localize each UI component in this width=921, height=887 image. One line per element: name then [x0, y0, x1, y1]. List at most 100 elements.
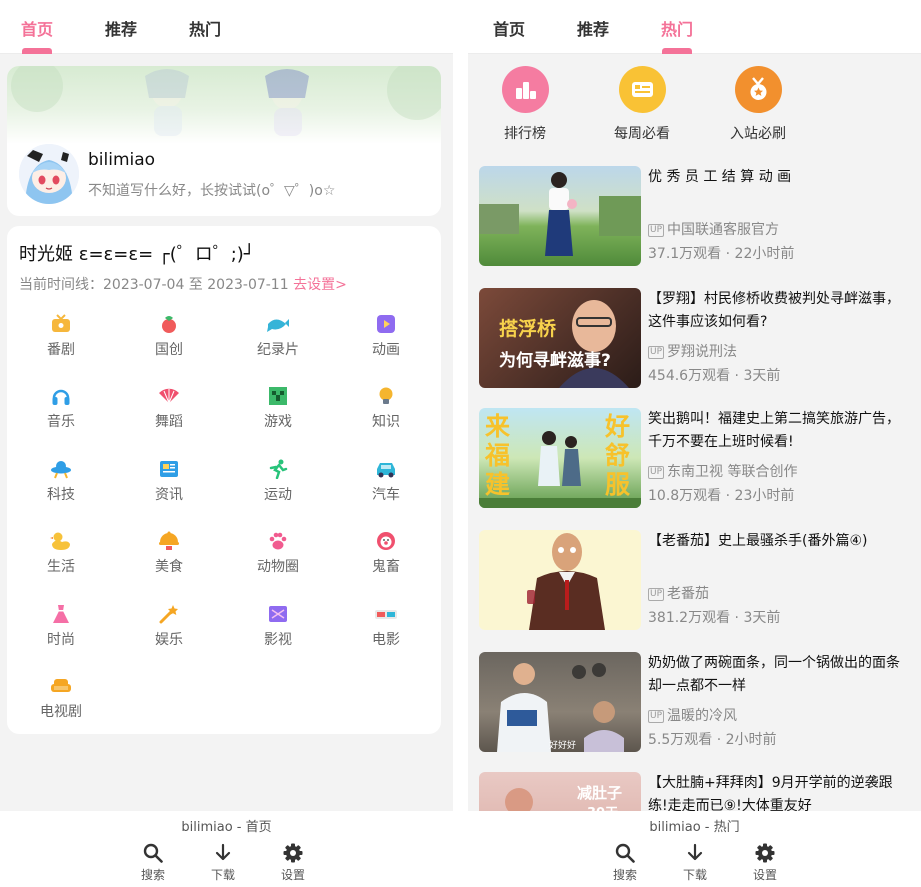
video-item[interactable]: 好好好 奶奶做了两碗面条，同一个锅做出的面条却一点都不一样 UP 温暖的冷风 5.…: [479, 652, 909, 752]
category-animals[interactable]: 动物圈: [238, 531, 318, 576]
video-title: 【罗翔】村民修桥收费被判处寻衅滋事，这件事应该如何看?: [648, 291, 900, 330]
category-tech[interactable]: 科技: [21, 459, 101, 504]
view-count: 381.2万观看: [648, 610, 731, 626]
uploader-line[interactable]: UP 东南卫视 等联合创作: [648, 461, 797, 481]
category-life[interactable]: 生活: [21, 531, 101, 576]
category-film-tv[interactable]: 影视: [238, 604, 318, 649]
category-car[interactable]: 汽车: [346, 459, 426, 504]
timeline-range: 当前时间线：2023-07-04 至 2023-07-11 去设置>: [19, 274, 347, 294]
video-item[interactable]: 【老番茄】史上最骚杀手(番外篇④) UP 老番茄 381.2万观看 · 3天前: [479, 530, 909, 630]
must-watch-circle: [734, 66, 782, 113]
uploader-line[interactable]: UP 罗翔说刑法: [648, 341, 737, 361]
video-item[interactable]: 优 秀 员 工 结 算 动 画 UP 中国联通客服官方 37.1万观看 · 22小…: [479, 166, 909, 266]
tab-home[interactable]: 首页: [21, 16, 53, 40]
food-icon: [159, 531, 179, 550]
category-entertainment[interactable]: 娱乐: [129, 604, 209, 649]
ranking-shortcut[interactable]: 排行榜: [480, 66, 570, 143]
uploader-line[interactable]: UP 温暖的冷风: [648, 705, 737, 725]
uploader-line[interactable]: UP 老番茄: [648, 583, 709, 603]
category-music[interactable]: 音乐: [21, 386, 101, 431]
bottom-bar: bilimiao - 首页 搜索 下载 设置: [0, 811, 453, 887]
category-tv-series[interactable]: 电视剧: [21, 676, 101, 721]
must-watch-shortcut[interactable]: 入站必刷: [713, 66, 803, 143]
category-movie[interactable]: 电影: [346, 604, 426, 649]
category-game[interactable]: 游戏: [238, 386, 318, 431]
up-badge: UP: [648, 588, 665, 601]
weekly-shortcut[interactable]: 每周必看: [597, 66, 687, 143]
settings-button[interactable]: 设置: [268, 843, 318, 883]
banner-illustration: [11, 66, 441, 136]
category-animation[interactable]: 动画: [346, 314, 426, 359]
download-button[interactable]: 下载: [670, 843, 720, 883]
thumbnail-caption: 好好好: [549, 741, 577, 751]
profile-card[interactable]: bilimiao 不知道写什么好，长按试试(o゜▽゜)o☆: [7, 66, 441, 216]
video-thumbnail[interactable]: [479, 166, 641, 266]
category-sports[interactable]: 运动: [238, 459, 318, 504]
wand-icon: [159, 605, 178, 624]
download-label: 下载: [210, 868, 235, 882]
category-label: 动物圈: [257, 559, 299, 575]
search-button[interactable]: 搜索: [128, 843, 178, 883]
video-thumbnail[interactable]: [479, 530, 641, 630]
active-tab-indicator: [662, 48, 692, 54]
video-title: 【老番茄】史上最骚杀手(番外篇④): [648, 533, 868, 549]
gear-icon: [283, 843, 303, 863]
video-thumbnail[interactable]: 来福建 好舒服: [479, 408, 641, 508]
settings-button[interactable]: 设置: [740, 843, 790, 883]
tab-recommend[interactable]: 推荐: [105, 16, 137, 40]
whale-icon: [267, 319, 289, 332]
video-thumbnail[interactable]: 好好好: [479, 652, 641, 752]
top-tab-bar: 首页 推荐 热门: [0, 0, 453, 54]
tab-home[interactable]: 首页: [493, 16, 525, 40]
tab-recommend[interactable]: 推荐: [577, 16, 609, 40]
timeline-card: 时光姬 ε=ε=ε= ┌(゜ロ゜;)┘ 当前时间线：2023-07-04 至 2…: [7, 226, 441, 734]
search-button[interactable]: 搜索: [600, 843, 650, 883]
category-label: 知识: [372, 414, 400, 430]
car-icon: [377, 463, 395, 478]
tab-hot[interactable]: 热门: [189, 16, 221, 40]
view-count: 5.5万观看: [648, 732, 713, 748]
dress-icon: [53, 605, 69, 623]
video-title: 优 秀 员 工 结 算 动 画: [648, 169, 792, 185]
download-button[interactable]: 下载: [198, 843, 248, 883]
video-title: 奶奶做了两碗面条，同一个锅做出的面条却一点都不一样: [648, 655, 900, 694]
podium-icon: [515, 82, 536, 99]
video-meta: 5.5万观看 · 2小时前: [648, 729, 777, 749]
video-item[interactable]: 搭浮桥 为何寻衅滋事? 【罗翔】村民修桥收费被判处寻衅滋事，这件事应该如何看? …: [479, 288, 909, 388]
category-dance[interactable]: 舞蹈: [129, 386, 209, 431]
set-timeline-link[interactable]: 去设置>: [293, 277, 347, 293]
category-label: 游戏: [264, 414, 292, 430]
video-item[interactable]: 来福建 好舒服 笑出鹅叫！福建史上第二搞笑旅游广告，千万不要在上班时候看! UP…: [479, 408, 909, 508]
category-fashion[interactable]: 时尚: [21, 604, 101, 649]
meta-dot: ·: [725, 246, 731, 262]
category-documentary[interactable]: 纪录片: [238, 314, 318, 359]
category-guochuang[interactable]: 国创: [129, 314, 209, 359]
category-label: 国创: [155, 342, 183, 358]
tab-hot[interactable]: 热门: [661, 16, 693, 40]
fan-icon: [159, 388, 179, 404]
download-arrow-icon: [687, 843, 703, 861]
search-icon: [143, 843, 163, 863]
category-kichiku[interactable]: 鬼畜: [346, 531, 426, 576]
category-label: 舞蹈: [155, 414, 183, 430]
newspaper-icon: [160, 461, 178, 477]
category-knowledge[interactable]: 知识: [346, 386, 426, 431]
medal-icon: [750, 77, 766, 100]
category-food[interactable]: 美食: [129, 531, 209, 576]
avatar[interactable]: [19, 144, 79, 204]
category-label: 电影: [372, 632, 400, 648]
category-bangumi[interactable]: 番剧: [21, 314, 101, 359]
category-label: 生活: [47, 559, 75, 575]
creeper-icon: [269, 387, 287, 405]
category-label: 影视: [264, 632, 292, 648]
up-badge: UP: [648, 224, 665, 237]
video-meta: 454.6万观看 · 3天前: [648, 365, 780, 385]
category-label: 音乐: [47, 414, 75, 430]
video-thumbnail[interactable]: 搭浮桥 为何寻衅滋事?: [479, 288, 641, 388]
timeline-range-text: 当前时间线：2023-07-04 至 2023-07-11: [19, 277, 289, 293]
uploader-line[interactable]: UP 中国联通客服官方: [648, 219, 779, 239]
category-news[interactable]: 资讯: [129, 459, 209, 504]
uploader-name: 中国联通客服官方: [667, 222, 780, 238]
up-badge: UP: [648, 346, 665, 359]
category-label: 番剧: [47, 342, 75, 358]
